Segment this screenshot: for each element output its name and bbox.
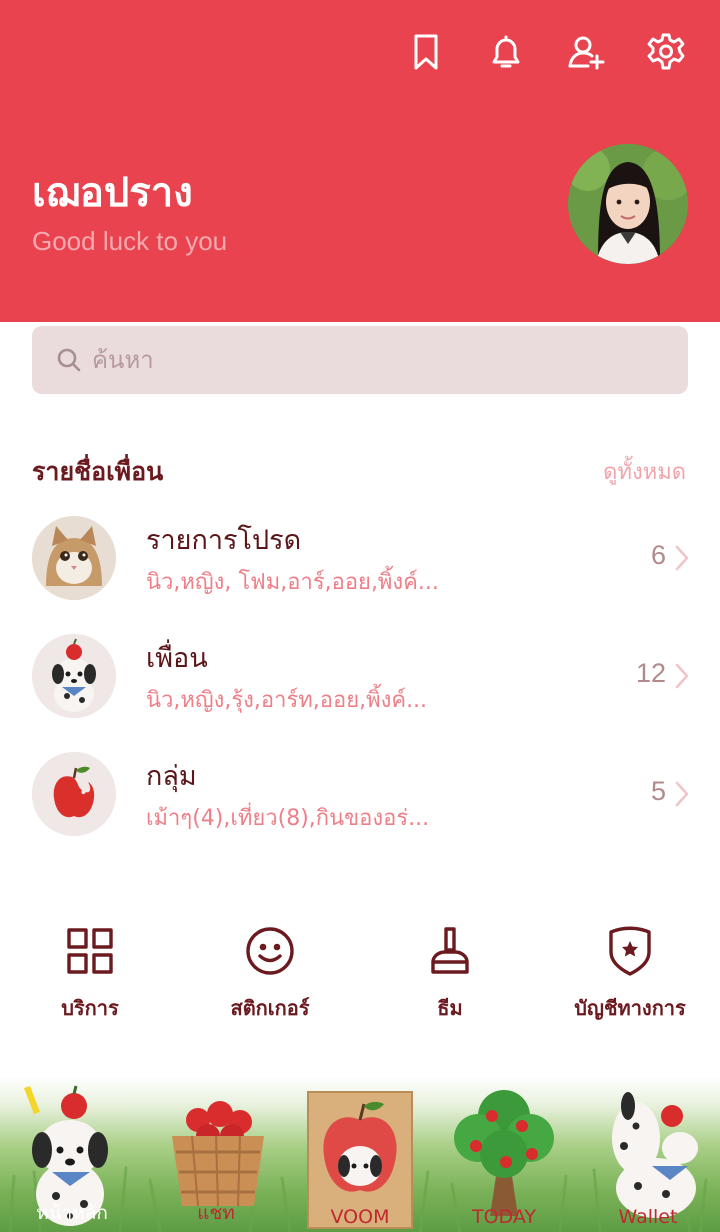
list-item-subtitle: นิว,หญิง,รุ้ง,อาร์ท,ออย,พิ้งค์... xyxy=(146,688,428,713)
official-accounts-button[interactable]: บัญชีทางการ xyxy=(540,924,720,1034)
status-message[interactable]: Good luck to you xyxy=(32,226,227,257)
services-button[interactable]: บริการ xyxy=(0,924,180,1034)
stickers-label: สติกเกอร์ xyxy=(230,996,310,1020)
bookmark-icon[interactable] xyxy=(404,30,448,74)
profile-header: เฌอปราง Good luck to you xyxy=(0,0,720,322)
nav-voom[interactable]: VOOM xyxy=(288,1076,432,1232)
bottom-navigation: หน้าหลัก แชท VOOM TODAY Wallet xyxy=(0,1076,720,1232)
profile-avatar[interactable] xyxy=(568,144,688,264)
nav-wallet[interactable]: Wallet xyxy=(576,1076,720,1232)
official-accounts-label: บัญชีทางการ xyxy=(574,996,686,1020)
profile-name[interactable]: เฌอปราง xyxy=(32,160,193,224)
see-all-link[interactable]: ดูทั้งหมด xyxy=(603,454,686,489)
cat-avatar xyxy=(32,516,116,600)
settings-icon[interactable] xyxy=(644,30,688,74)
list-item-subtitle: นิว,หญิง, โฟม,อาร์,ออย,พิ้งค์... xyxy=(146,570,439,595)
nav-home-label: หน้าหลัก xyxy=(36,1202,108,1224)
bell-icon[interactable] xyxy=(484,30,528,74)
list-item-count: 12 xyxy=(635,658,666,688)
friends-section-title: รายชื่อเพื่อน xyxy=(32,457,164,486)
services-label: บริการ xyxy=(61,996,119,1020)
nav-home[interactable]: หน้าหลัก xyxy=(0,1076,144,1232)
nav-voom-label: VOOM xyxy=(330,1206,390,1228)
list-item-count: 5 xyxy=(650,776,666,806)
list-item-groups[interactable]: กลุ่ม เม้าๆ(4),เที่ยว(8),กินของอร่... 5 xyxy=(0,752,720,852)
list-item-subtitle: เม้าๆ(4),เที่ยว(8),กินของอร่... xyxy=(146,806,430,831)
list-item-title: เพื่อน xyxy=(146,643,208,674)
nav-wallet-label: Wallet xyxy=(618,1206,678,1228)
themes-button[interactable]: ธีม xyxy=(360,924,540,1034)
quick-menu: บริการ สติกเกอร์ ธีม บัญชีทางการ xyxy=(0,924,720,1034)
add-friend-icon[interactable] xyxy=(564,30,608,74)
chevron-right-icon xyxy=(675,781,689,807)
search-bar[interactable] xyxy=(32,326,688,394)
official-shield-icon xyxy=(609,926,651,976)
list-item-title: กลุ่ม xyxy=(146,761,197,792)
smiley-icon xyxy=(246,927,294,975)
apple-avatar xyxy=(32,752,116,836)
header-toolbar xyxy=(404,30,688,74)
grid-icon xyxy=(67,928,113,974)
list-item-friends[interactable]: เพื่อน นิว,หญิง,รุ้ง,อาร์ท,ออย,พิ้งค์...… xyxy=(0,634,720,734)
nav-today-label: TODAY xyxy=(472,1206,536,1228)
dalmatian-avatar xyxy=(32,634,116,718)
brush-icon xyxy=(431,927,469,974)
search-icon xyxy=(57,348,81,372)
chevron-right-icon xyxy=(675,663,689,689)
search-input[interactable] xyxy=(92,346,652,374)
list-item-count: 6 xyxy=(650,540,666,570)
list-item-favorites[interactable]: รายการโปรด นิว,หญิง, โฟม,อาร์,ออย,พิ้งค์… xyxy=(0,516,720,616)
themes-label: ธีม xyxy=(437,996,463,1020)
chevron-right-icon xyxy=(675,545,689,571)
stickers-button[interactable]: สติกเกอร์ xyxy=(180,924,360,1034)
nav-today[interactable]: TODAY xyxy=(432,1076,576,1232)
nav-chat[interactable]: แชท xyxy=(144,1076,288,1232)
nav-chat-label: แชท xyxy=(197,1202,235,1224)
list-item-title: รายการโปรด xyxy=(146,525,302,556)
home-screen: เฌอปราง Good luck to you รายชื่อเพื่อน ด… xyxy=(0,0,720,1232)
